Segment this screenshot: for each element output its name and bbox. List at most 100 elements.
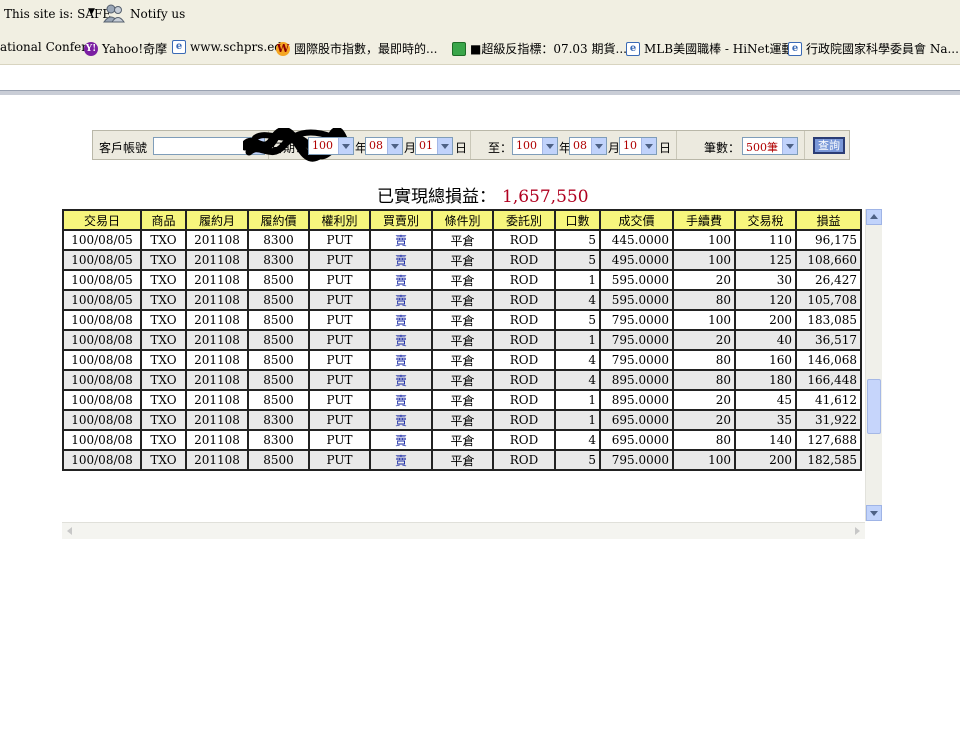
table-cell: 賣 bbox=[369, 329, 433, 351]
column-header: 成交價 bbox=[599, 209, 674, 231]
table-cell: 160 bbox=[734, 349, 797, 371]
ie-page-icon: e bbox=[788, 41, 802, 56]
table-cell: 120 bbox=[734, 289, 797, 311]
scroll-up-icon[interactable] bbox=[866, 209, 882, 225]
query-button[interactable]: 查詢 bbox=[813, 137, 845, 154]
ie-page-icon: e bbox=[172, 40, 186, 54]
account-label: 客戶帳號 bbox=[99, 141, 148, 155]
chevron-down-icon[interactable] bbox=[387, 138, 402, 154]
table-cell: 201108 bbox=[185, 229, 249, 251]
chevron-down-icon[interactable] bbox=[338, 138, 353, 154]
table-cell: 100/08/08 bbox=[62, 449, 142, 471]
table-cell: 100 bbox=[672, 449, 736, 471]
table-cell: PUT bbox=[308, 289, 371, 311]
trade-table: 交易日 商品 履約月 履約價 權利別 買賣別 條件別 委託別 口數 成交價 手續… bbox=[62, 209, 862, 471]
chevron-down-icon[interactable] bbox=[782, 138, 797, 154]
to-month-select[interactable]: 08 bbox=[569, 137, 607, 155]
column-header: 口數 bbox=[554, 209, 601, 231]
favorite-link[interactable]: W 國際股市指數，最即時的... bbox=[276, 40, 437, 57]
table-cell: 100/08/05 bbox=[62, 269, 142, 291]
notify-us-link[interactable]: Notify us bbox=[130, 7, 185, 21]
chevron-down-icon[interactable] bbox=[542, 138, 557, 154]
favorite-link[interactable]: Y! Yahoo!奇摩 bbox=[84, 40, 167, 57]
from-day-select[interactable]: 01 bbox=[415, 137, 453, 155]
yahoo-icon: Y! bbox=[84, 41, 98, 56]
favorite-link[interactable]: ■超級反指標：07.03 期貨... bbox=[452, 40, 627, 57]
favorite-link[interactable]: ational Confer... bbox=[0, 40, 97, 54]
favorite-link[interactable]: e 行政院國家科學委員會 Na... bbox=[788, 40, 959, 57]
table-cell: 賣 bbox=[369, 409, 433, 431]
table-cell: 100 bbox=[672, 309, 736, 331]
table-cell: 5 bbox=[554, 309, 601, 331]
table-cell: 96,175 bbox=[795, 229, 862, 251]
table-cell: 8300 bbox=[247, 229, 310, 251]
table-cell: 140 bbox=[734, 429, 797, 451]
table-row: 100/08/08 TXO 201108 8500 PUT 賣平倉 ROD 4 795.0000… bbox=[62, 349, 862, 371]
table-cell: 695.0000 bbox=[599, 409, 674, 431]
table-cell: TXO bbox=[140, 389, 187, 411]
date-from-cell: 日期： 100 年 08 月 01 日 bbox=[268, 131, 471, 159]
scroll-left-icon[interactable] bbox=[62, 523, 78, 539]
from-month-select[interactable]: 08 bbox=[365, 137, 403, 155]
table-cell: 795.0000 bbox=[599, 349, 674, 371]
table-cell: 595.0000 bbox=[599, 289, 674, 311]
table-cell: PUT bbox=[308, 229, 371, 251]
table-cell: 平倉 bbox=[431, 389, 494, 411]
horizontal-scrollbar[interactable] bbox=[62, 522, 865, 539]
realized-total: 已實現總損益： 1,657,550 bbox=[377, 182, 589, 207]
table-cell: 8500 bbox=[247, 329, 310, 351]
table-cell: 100/08/08 bbox=[62, 349, 142, 371]
chevron-down-icon[interactable]: ▼ bbox=[88, 7, 95, 17]
toolbar-divider bbox=[0, 90, 960, 95]
table-cell: 100 bbox=[672, 229, 736, 251]
count-select[interactable]: 500筆 bbox=[742, 137, 798, 155]
favorite-link[interactable]: e MLB美國職棒 - HiNet運動 bbox=[626, 40, 794, 57]
table-cell: 40 bbox=[734, 329, 797, 351]
scroll-thumb[interactable] bbox=[867, 379, 881, 434]
column-header: 委託別 bbox=[492, 209, 556, 231]
table-cell: ROD bbox=[492, 289, 556, 311]
table-cell: 80 bbox=[672, 369, 736, 391]
table-cell: 895.0000 bbox=[599, 369, 674, 391]
scroll-down-icon[interactable] bbox=[866, 505, 882, 521]
table-cell: 80 bbox=[672, 429, 736, 451]
table-cell: 100/08/08 bbox=[62, 309, 142, 331]
table-cell: 賣 bbox=[369, 269, 433, 291]
table-row: 100/08/08 TXO 201108 8500 PUT 賣平倉 ROD 1 795.0000… bbox=[62, 329, 862, 351]
scroll-right-icon[interactable] bbox=[849, 523, 865, 539]
chevron-down-icon[interactable] bbox=[641, 138, 656, 154]
table-cell: 5 bbox=[554, 449, 601, 471]
from-year-select[interactable]: 100 bbox=[308, 137, 354, 155]
favorite-link[interactable]: e www.schprs.edu bbox=[172, 40, 290, 54]
to-day-select[interactable]: 10 bbox=[619, 137, 657, 155]
table-cell: 8300 bbox=[247, 249, 310, 271]
green-page-icon bbox=[452, 41, 466, 56]
to-year-select[interactable]: 100 bbox=[512, 137, 558, 155]
favorites-bar: ational Confer... Y! Yahoo!奇摩 e www.schp… bbox=[0, 30, 960, 65]
table-cell: 1 bbox=[554, 389, 601, 411]
table-cell: 110 bbox=[734, 229, 797, 251]
users-icon[interactable] bbox=[103, 2, 125, 24]
table-cell: 201108 bbox=[185, 349, 249, 371]
table-cell: ROD bbox=[492, 349, 556, 371]
chevron-down-icon[interactable] bbox=[591, 138, 606, 154]
favorite-label: 行政院國家科學委員會 Na... bbox=[806, 42, 959, 56]
table-row: 100/08/08 TXO 201108 8300 PUT 賣平倉 ROD 1 695.0000… bbox=[62, 409, 862, 431]
table-row: 100/08/08 TXO 201108 8500 PUT 賣平倉 ROD 5 795.0000… bbox=[62, 309, 862, 331]
table-cell: TXO bbox=[140, 309, 187, 331]
security-toolbar: This site is: SAFE ▼ Notify us bbox=[0, 0, 960, 30]
table-cell: 5 bbox=[554, 229, 601, 251]
table-cell: PUT bbox=[308, 449, 371, 471]
table-cell: ROD bbox=[492, 409, 556, 431]
table-cell: 賣 bbox=[369, 229, 433, 251]
ie-page-icon: e bbox=[626, 41, 640, 56]
table-cell: 8500 bbox=[247, 309, 310, 331]
table-cell: 201108 bbox=[185, 409, 249, 431]
site-safety-label[interactable]: This site is: SAFE bbox=[4, 7, 111, 21]
vertical-scrollbar[interactable] bbox=[865, 209, 882, 521]
table-cell: 8500 bbox=[247, 289, 310, 311]
chevron-down-icon[interactable] bbox=[437, 138, 452, 154]
table-cell: 595.0000 bbox=[599, 269, 674, 291]
table-cell: 平倉 bbox=[431, 309, 494, 331]
table-cell: PUT bbox=[308, 349, 371, 371]
